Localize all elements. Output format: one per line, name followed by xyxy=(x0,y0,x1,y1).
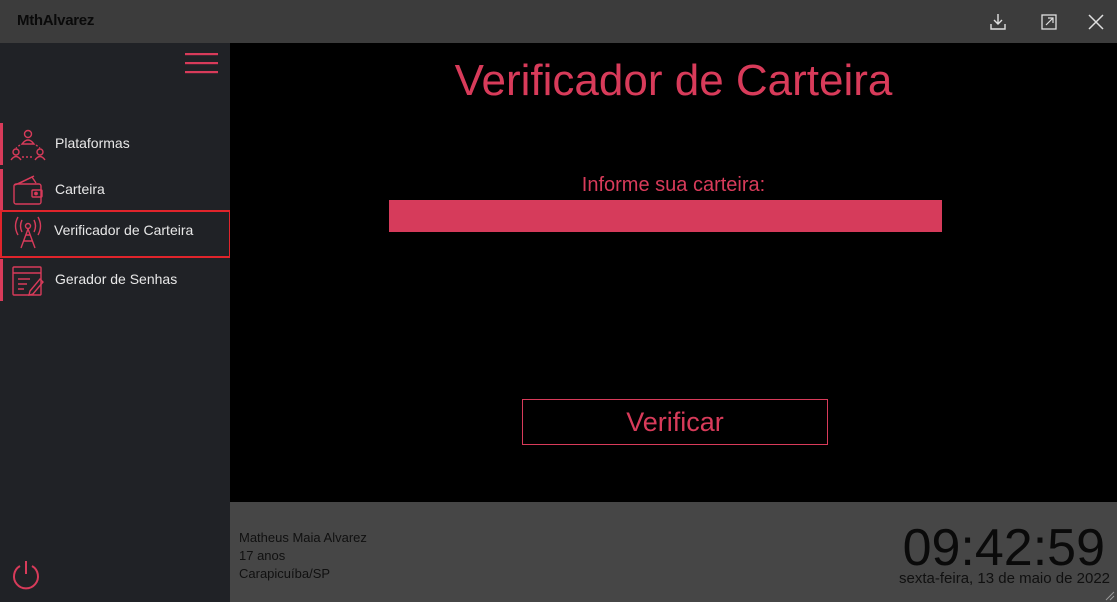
status-footer: Matheus Maia Alvarez 17 anos Carapicuíba… xyxy=(230,502,1117,602)
nav-accent xyxy=(0,259,3,301)
users-network-icon xyxy=(10,127,46,163)
sidebar-item-plataformas[interactable]: Plataformas xyxy=(0,123,230,165)
wallet-prompt-label: Informe sua carteira: xyxy=(581,174,766,196)
power-icon[interactable] xyxy=(9,558,43,592)
nav-accent xyxy=(0,169,3,211)
verify-button[interactable]: Verificar xyxy=(522,399,828,445)
user-info: Matheus Maia Alvarez 17 anos Carapicuíba… xyxy=(239,529,367,583)
sidebar-item-verificador-de-carteira[interactable]: Verificador de Carteira xyxy=(0,210,231,258)
sidebar-item-label: Gerador de Senhas xyxy=(55,271,178,287)
sidebar-item-label: Carteira xyxy=(55,181,105,197)
antenna-icon xyxy=(10,214,46,250)
nav-accent xyxy=(0,123,3,165)
close-icon[interactable] xyxy=(1083,9,1109,35)
password-form-icon xyxy=(10,263,46,299)
sidebar-item-label: Verificador de Carteira xyxy=(54,222,194,238)
hamburger-menu-icon[interactable] xyxy=(184,50,220,78)
sidebar-item-gerador-de-senhas[interactable]: Gerador de Senhas xyxy=(0,259,230,301)
clock-time: 09:42:59 xyxy=(902,519,1105,577)
user-location: Carapicuíba/SP xyxy=(239,566,331,581)
page-title: Verificador de Carteira xyxy=(454,56,893,105)
user-age: 17 anos xyxy=(239,548,286,563)
download-icon[interactable] xyxy=(985,9,1011,35)
wallet-input[interactable] xyxy=(389,200,942,232)
sidebar: Plataformas Carteira Verificador de Cart… xyxy=(0,43,231,602)
user-name: Matheus Maia Alvarez xyxy=(239,530,367,545)
main-panel: Verificador de Carteira Informe sua cart… xyxy=(230,43,1117,502)
clock-date: sexta-feira, 13 de maio de 2022 xyxy=(899,570,1110,587)
sidebar-item-carteira[interactable]: Carteira xyxy=(0,169,230,211)
app-title: MthAlvarez xyxy=(17,12,95,29)
maximize-icon[interactable] xyxy=(1036,9,1062,35)
sidebar-item-label: Plataformas xyxy=(55,135,130,151)
title-bar: MthAlvarez xyxy=(0,0,1117,43)
resize-grip-icon[interactable] xyxy=(1103,588,1115,601)
wallet-icon xyxy=(10,173,46,209)
